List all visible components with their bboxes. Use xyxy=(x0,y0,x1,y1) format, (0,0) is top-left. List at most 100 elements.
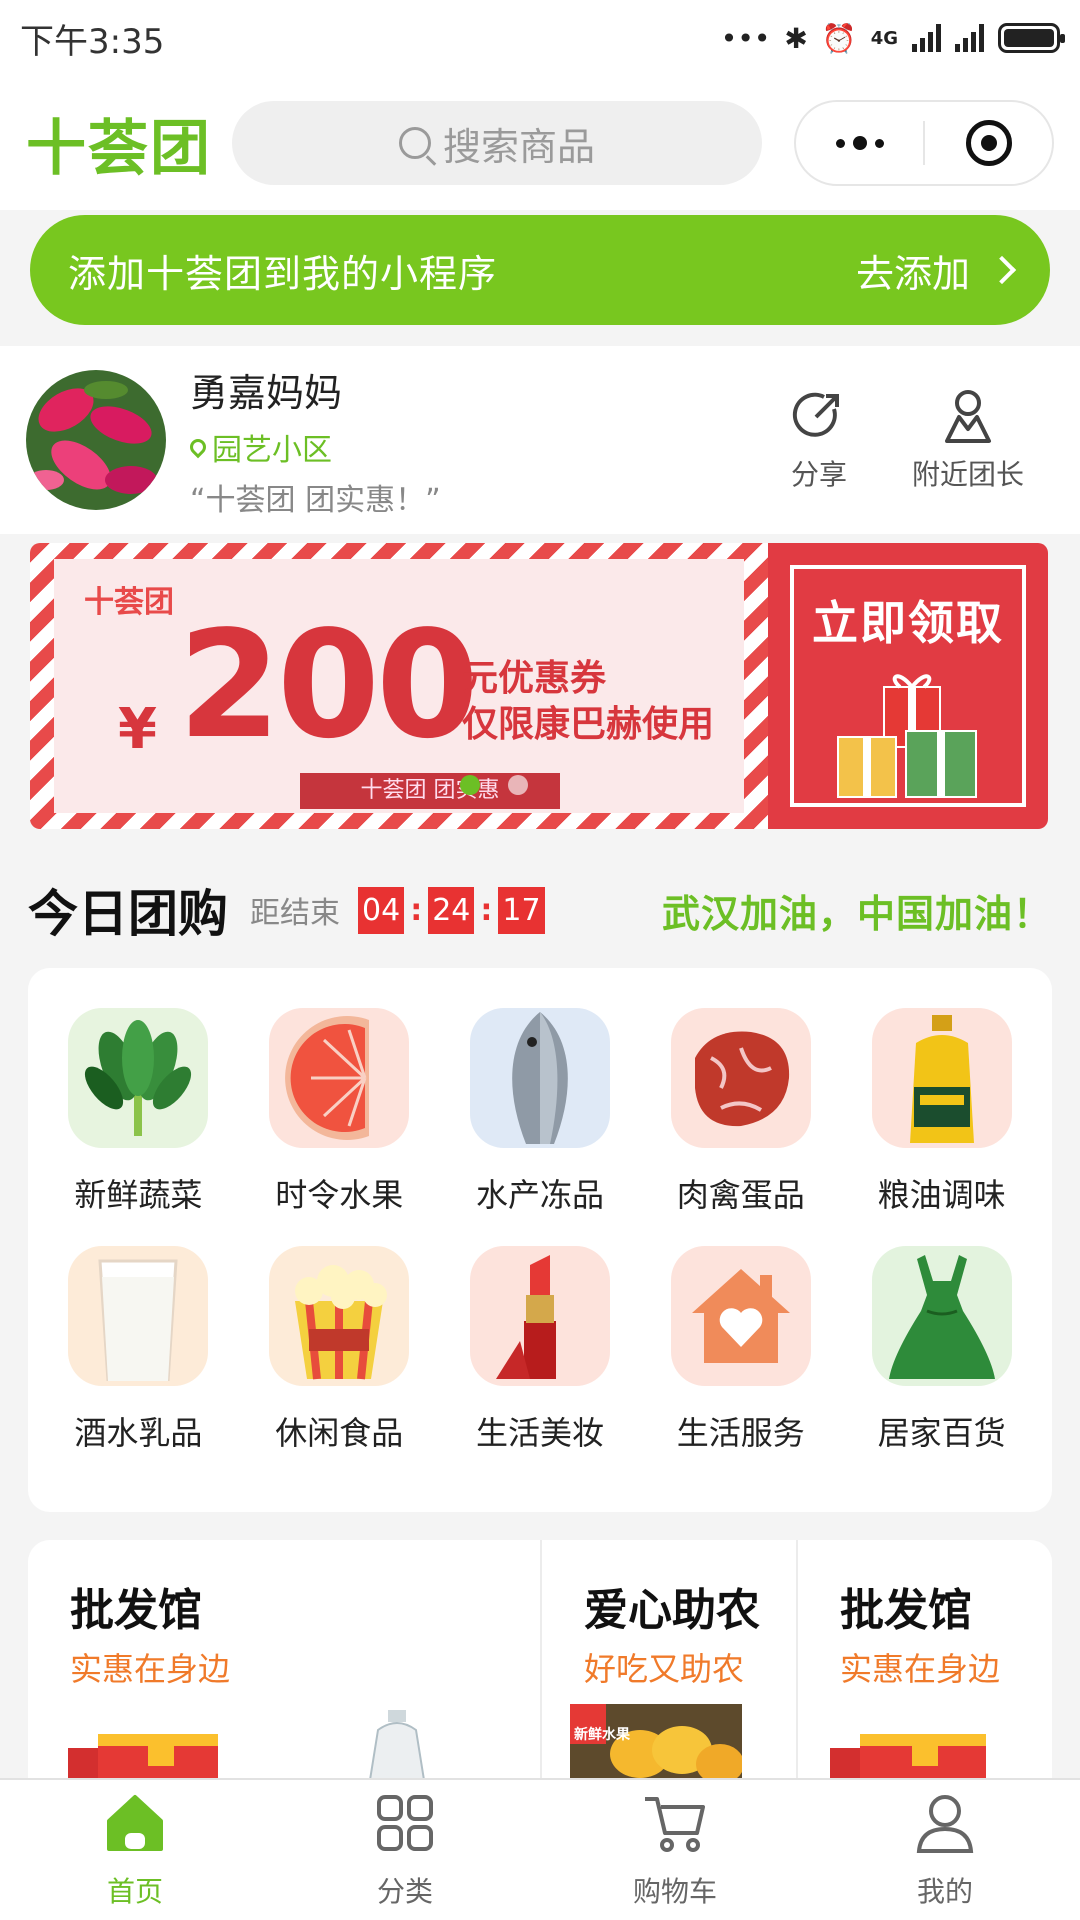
milk-glass-icon xyxy=(68,1246,209,1386)
bluetooth-icon: ✱ xyxy=(784,21,808,55)
status-bar: 下午3:35 ••• ✱ ⏰ 4G xyxy=(0,0,1080,76)
app-header: 十荟团 搜索商品 xyxy=(0,76,1080,210)
add-banner-action[interactable]: 去添加 xyxy=(855,243,1017,298)
category-item[interactable]: 时令水果 xyxy=(239,1008,440,1246)
share-button[interactable]: 分享 xyxy=(790,387,848,493)
gift-box-product-image xyxy=(830,1734,986,1780)
category-label: 休闲食品 xyxy=(275,1414,404,1452)
add-banner-text: 添加十荟团到我的小程序 xyxy=(68,251,498,296)
tab-cart[interactable]: 购物车 xyxy=(540,1780,810,1920)
battery-icon xyxy=(998,23,1065,53)
leader-info: 勇嘉妈妈 园艺小区 “十荟团 团实惠！” xyxy=(186,362,790,519)
category-item[interactable]: 生活服务 xyxy=(640,1246,841,1484)
today-group-buy-header: 今日团购 距结束 04 : 24 : 17 武汉加油，中国加油！ xyxy=(0,850,1080,970)
countdown-minutes: 24 xyxy=(428,886,475,934)
bottom-tab-bar: 首页 分类 购物车 我的 xyxy=(0,1778,1080,1920)
close-miniprogram-button[interactable] xyxy=(925,120,1052,166)
category-item[interactable]: 休闲食品 xyxy=(239,1246,440,1484)
dress-icon xyxy=(871,1246,1012,1386)
home-icon xyxy=(103,1791,167,1862)
fish-icon xyxy=(469,1008,610,1148)
vegetable-icon xyxy=(68,1008,209,1148)
share-icon xyxy=(792,392,839,437)
grapefruit-icon xyxy=(269,1008,410,1148)
carousel-dot-active[interactable] xyxy=(460,775,480,795)
add-miniprogram-banner[interactable]: 添加十荟团到我的小程序 去添加 xyxy=(30,215,1050,325)
nearby-leaders-button[interactable]: 附近团长 xyxy=(912,387,1024,493)
tab-user[interactable]: 我的 xyxy=(810,1780,1080,1920)
avatar[interactable] xyxy=(26,370,166,510)
category-label: 粮油调味 xyxy=(877,1176,1006,1214)
target-icon xyxy=(965,120,1012,166)
category-label: 酒水乳品 xyxy=(74,1414,203,1452)
more-dot-icon xyxy=(852,136,867,150)
more-dots-icon: ••• xyxy=(720,21,771,55)
coupon-unit: 元优惠券 xyxy=(462,658,607,699)
promo-card-wholesale-2[interactable]: 批发馆 实惠在身边 xyxy=(796,1540,1052,1780)
carousel-dots xyxy=(460,775,528,795)
promo-subtitle: 实惠在身边 xyxy=(70,1650,231,1688)
house-heart-icon xyxy=(670,1246,811,1386)
leader-name: 勇嘉妈妈 xyxy=(190,370,343,415)
person-icon xyxy=(944,390,991,443)
oil-bottle-icon xyxy=(871,1008,1012,1148)
ends-label: 距结束 xyxy=(250,896,340,931)
nearby-leaders-label: 附近团长 xyxy=(911,458,1024,491)
grid-icon xyxy=(373,1791,437,1862)
coupon-amount: 200 xyxy=(178,599,479,771)
tab-label: 购物车 xyxy=(632,1874,717,1908)
coupon-currency: ¥ xyxy=(118,697,157,762)
category-item[interactable]: 酒水乳品 xyxy=(38,1246,239,1484)
network-type: 4G xyxy=(870,27,898,49)
today-title: 今日团购 xyxy=(28,885,228,943)
claim-now-label: 立即领取 xyxy=(812,596,1004,650)
coupon-banner[interactable]: 十荟团 ¥ 200 元优惠券 仅限康巴赫使用 十荟团 团实惠 立即领取 xyxy=(30,543,1048,829)
promo-subtitle: 好吃又助农 xyxy=(584,1650,745,1688)
add-banner-action-label: 去添加 xyxy=(855,251,970,296)
category-label: 水产冻品 xyxy=(475,1176,604,1214)
tab-label: 我的 xyxy=(916,1874,973,1908)
leader-actions: 分享 附近团长 xyxy=(790,387,1024,493)
coupon-claim-panel[interactable]: 立即领取 xyxy=(768,543,1048,829)
category-label: 肉禽蛋品 xyxy=(676,1176,805,1214)
search-icon xyxy=(398,127,431,159)
leader-location-text: 园艺小区 xyxy=(212,432,332,468)
more-dot-icon xyxy=(835,138,845,148)
category-item[interactable]: 水产冻品 xyxy=(440,1008,641,1246)
tab-label: 首页 xyxy=(106,1874,163,1908)
leader-quote: “十荟团 团实惠！” xyxy=(190,482,441,518)
category-item[interactable]: 肉禽蛋品 xyxy=(640,1008,841,1246)
category-item[interactable]: 粮油调味 xyxy=(841,1008,1042,1246)
search-bar[interactable]: 搜索商品 xyxy=(232,101,762,185)
category-item[interactable]: 居家百货 xyxy=(841,1246,1042,1484)
share-label: 分享 xyxy=(790,458,847,491)
countdown-separator: : xyxy=(410,892,423,928)
promo-card-help-farmers[interactable]: 爱心助农 好吃又助农 新鲜水果 xyxy=(540,1540,796,1780)
promo-subtitle: 实惠在身边 xyxy=(840,1650,1001,1688)
more-menu-button[interactable] xyxy=(796,136,923,150)
coupon-ticket-body: 十荟团 ¥ 200 元优惠券 仅限康巴赫使用 十荟团 团实惠 xyxy=(54,559,744,813)
group-leader-card: 勇嘉妈妈 园艺小区 “十荟团 团实惠！” 分享 附近团长 xyxy=(0,346,1080,534)
promo-card-wholesale[interactable]: 批发馆 实惠在身边 xyxy=(28,1540,540,1780)
coupon-limit: 仅限康巴赫使用 xyxy=(462,704,715,745)
coupon-brand: 十荟团 xyxy=(84,585,174,620)
tab-home[interactable]: 首页 xyxy=(0,1780,270,1920)
gift-boxes-icon xyxy=(837,674,977,798)
cart-icon xyxy=(643,1791,707,1862)
cell-signal-2-icon xyxy=(955,24,984,52)
category-item[interactable]: 新鲜蔬菜 xyxy=(38,1008,239,1246)
carousel-dot[interactable] xyxy=(508,775,528,795)
popcorn-icon xyxy=(269,1246,410,1386)
category-label: 时令水果 xyxy=(275,1176,404,1214)
location-pin-icon xyxy=(186,435,210,458)
fresh-fruit-badge: 新鲜水果 xyxy=(574,1727,630,1743)
chevron-right-icon xyxy=(987,255,1017,285)
miniprogram-capsule xyxy=(794,100,1054,186)
status-icons: ••• ✱ ⏰ 4G xyxy=(720,21,1065,55)
meat-icon xyxy=(670,1008,811,1148)
tab-grid[interactable]: 分类 xyxy=(270,1780,540,1920)
category-label: 新鲜蔬菜 xyxy=(74,1176,203,1214)
lipstick-icon xyxy=(469,1246,610,1386)
countdown-timer: 04 : 24 : 17 xyxy=(358,886,545,934)
category-item[interactable]: 生活美妆 xyxy=(440,1246,641,1484)
